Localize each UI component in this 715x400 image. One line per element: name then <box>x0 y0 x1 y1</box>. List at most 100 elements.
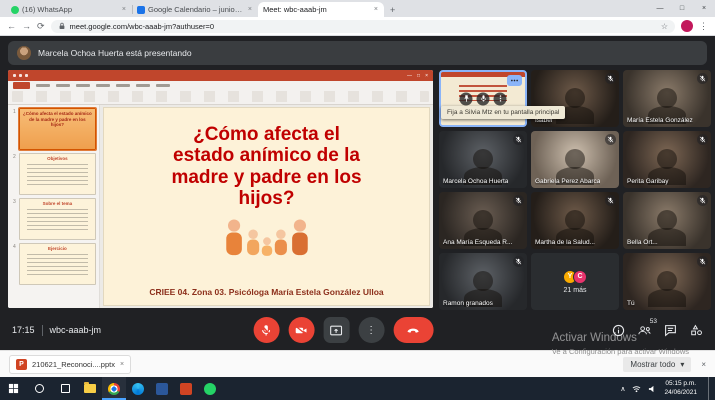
taskbar-clock[interactable]: 05:15 p.m. 24/06/2021 <box>664 380 697 396</box>
participant-tile[interactable]: Y C 21 más <box>531 253 619 310</box>
divider <box>42 325 43 336</box>
activities-button[interactable] <box>690 324 703 337</box>
new-tab-button[interactable]: + <box>384 5 403 17</box>
mic-muted-icon <box>697 73 708 84</box>
present-button[interactable] <box>323 317 349 343</box>
tile-options-button[interactable] <box>507 75 522 86</box>
hangup-button[interactable] <box>393 317 433 343</box>
task-view-button[interactable] <box>52 377 78 400</box>
chat-button[interactable] <box>664 324 677 337</box>
word-icon <box>156 383 168 395</box>
show-all-downloads-button[interactable]: Mostrar todo ▾ <box>623 357 691 372</box>
slide-number: 1 <box>13 108 16 150</box>
slide-thumbnail: 2 Objetivos <box>13 153 96 195</box>
more-dots-icon <box>510 78 519 83</box>
family-illustration <box>215 213 319 259</box>
chrome-icon <box>108 383 120 395</box>
browser-menu-icon[interactable]: ⋮ <box>699 21 708 32</box>
refresh-icon[interactable]: ⟳ <box>37 21 45 32</box>
file-explorer-icon <box>84 384 96 393</box>
quick-access-icon <box>19 74 22 77</box>
taskbar-date: 24/06/2021 <box>664 389 697 397</box>
participant-tile[interactable]: Marcela Ochoa Huerta <box>439 131 527 188</box>
participant-tile[interactable]: Bella Ort... <box>623 192 711 249</box>
wifi-icon[interactable] <box>632 385 641 393</box>
participant-name: Marcela Ochoa Huerta <box>443 178 508 185</box>
participant-tile[interactable]: Ana María Esqueda R... <box>439 192 527 249</box>
show-desktop-button[interactable] <box>708 377 712 400</box>
taskbar-app-word[interactable] <box>150 377 174 400</box>
tray-expand-icon[interactable]: ∧ <box>620 385 625 393</box>
taskbar-app-explorer[interactable] <box>78 377 102 400</box>
tab-label: (16) WhatsApp <box>22 5 118 14</box>
participants-button[interactable]: 53 <box>638 324 651 337</box>
maximize-icon[interactable]: □ <box>671 0 693 17</box>
mic-muted-icon <box>697 256 708 267</box>
participant-tile[interactable]: Tú <box>623 253 711 310</box>
slide-thumbnail-title: Sobre el tema <box>23 201 92 207</box>
participant-video <box>657 210 677 230</box>
taskbar-app-chrome[interactable] <box>102 377 126 400</box>
url-field[interactable]: meet.google.com/wbc-aaab-jm?authuser=0 ☆ <box>51 20 675 33</box>
mute-participant-button[interactable] <box>477 92 490 105</box>
quick-access-icon <box>13 74 16 77</box>
mic-button[interactable] <box>253 317 279 343</box>
slide-thumbnail-box: Objetivos <box>19 153 96 195</box>
mic-off-icon <box>260 324 273 337</box>
slide-thumbnail-title: Objetivos <box>23 156 92 162</box>
bookmark-star-icon[interactable]: ☆ <box>661 22 668 31</box>
tab-close-icon[interactable]: × <box>247 6 253 13</box>
slide-title: ¿Cómo afecta el estado anímico de la mad… <box>164 124 369 209</box>
taskbar-app-powerpoint[interactable] <box>174 377 198 400</box>
tab-meet[interactable]: Meet: wbc-aaab-jm × <box>258 2 384 17</box>
tab-close-icon[interactable]: × <box>373 6 379 13</box>
participant-tile[interactable]: Gabriela Perez Abarca <box>531 131 619 188</box>
windows-taskbar: ∧ 05:15 p.m. 24/06/2021 <box>0 377 715 400</box>
search-icon <box>35 384 44 393</box>
presenting-banner: Marcela Ochoa Huerta está presentando <box>8 41 707 65</box>
participant-avatar: C <box>573 270 587 284</box>
slide-thumbnail-title: ¿Cómo afecta el estado anímico de la mad… <box>23 111 92 128</box>
tab-whatsapp[interactable]: (16) WhatsApp × <box>6 2 132 17</box>
meeting-info: 17:15 wbc-aaab-jm <box>12 325 101 336</box>
camera-button[interactable] <box>288 317 314 343</box>
close-icon[interactable]: × <box>693 0 715 17</box>
tile-more-options-button[interactable] <box>494 92 507 105</box>
participant-video <box>657 88 677 108</box>
participant-tile[interactable]: María Estela González <box>623 70 711 127</box>
people-icon <box>638 324 651 337</box>
participant-video <box>657 149 677 169</box>
participant-tile[interactable]: Ramon granados <box>439 253 527 310</box>
back-icon[interactable]: ← <box>7 21 16 31</box>
participant-name: Gabriela Perez Abarca <box>535 178 600 185</box>
quick-access-icon <box>25 74 28 77</box>
taskbar-app-edge[interactable] <box>126 377 150 400</box>
activities-icon <box>690 324 703 337</box>
download-item[interactable]: P 210621_Reconoci....pptx × <box>9 355 131 374</box>
downloads-bar-close-icon[interactable]: × <box>701 360 706 369</box>
slide-thumbnail-content <box>27 164 88 186</box>
volume-icon[interactable] <box>648 385 657 393</box>
forward-icon[interactable]: → <box>22 21 31 31</box>
more-participants-count: 21 más <box>564 287 587 294</box>
pin-icon <box>462 95 470 103</box>
minimize-icon[interactable]: — <box>649 0 671 17</box>
pin-participant-button[interactable] <box>460 92 473 105</box>
participant-tile[interactable]: Perita Garibay <box>623 131 711 188</box>
search-button[interactable] <box>26 377 52 400</box>
more-options-button[interactable]: ⋮ <box>358 317 384 343</box>
tile-hover-controls <box>460 92 507 105</box>
info-button[interactable] <box>612 324 625 337</box>
pptx-file-icon: P <box>16 359 27 370</box>
slide-thumbnail-box: Ejercicio <box>19 243 96 285</box>
download-file-name: 210621_Reconoci....pptx <box>32 360 115 369</box>
slide-number: 3 <box>13 198 16 240</box>
taskbar-app-whatsapp[interactable] <box>198 377 222 400</box>
download-close-icon[interactable]: × <box>120 361 124 368</box>
participant-tile[interactable]: Martha de la Salud... <box>531 192 619 249</box>
start-button[interactable] <box>0 377 26 400</box>
profile-avatar[interactable] <box>681 20 693 32</box>
slide-thumbnail: 3 Sobre el tema <box>13 198 96 240</box>
tab-calendar[interactable]: Google Calendario – junio 2021 × <box>132 2 258 17</box>
tab-close-icon[interactable]: × <box>121 6 127 13</box>
